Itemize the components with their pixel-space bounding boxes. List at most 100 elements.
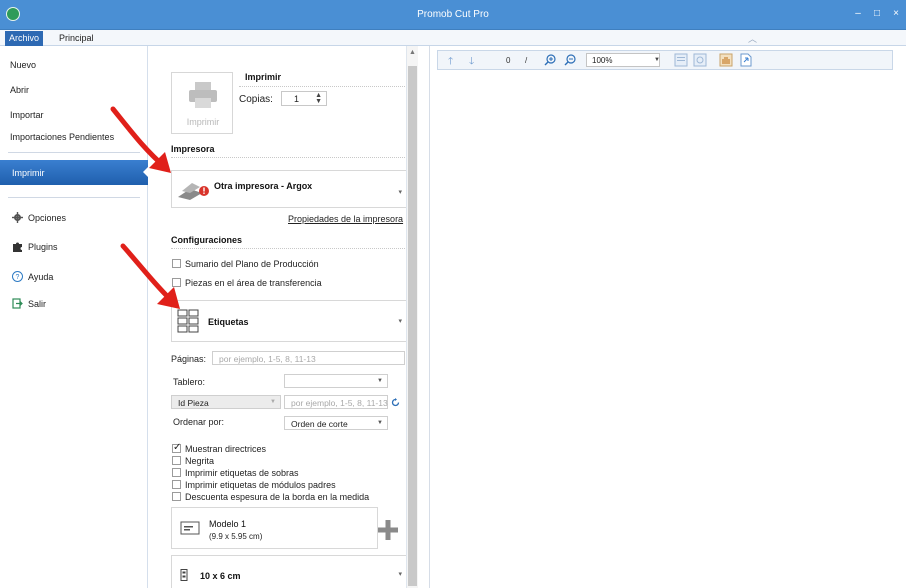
minimize-button[interactable]: – — [852, 8, 864, 20]
checkbox-label: Negrita — [185, 456, 215, 466]
svg-text:?: ? — [16, 274, 20, 281]
order-select[interactable]: Orden de corte ▼ — [284, 416, 388, 430]
model-name: Modelo 1 — [209, 519, 247, 529]
checkbox-label: Imprimir etiquetas de módulos padres — [185, 480, 336, 490]
board-label: Tablero: — [173, 377, 206, 387]
nav-imprimir-label: Imprimir — [12, 168, 45, 178]
print-section-title: Imprimir — [245, 72, 282, 82]
collapse-ribbon-icon[interactable]: ︿ — [748, 32, 757, 45]
chevron-down-icon: ▼ — [377, 420, 383, 426]
settings-scrollbar[interactable]: ▲ — [406, 46, 418, 588]
checkbox-label: Descuenta espesura de la borda en la med… — [185, 492, 370, 502]
printer-properties-link[interactable]: Propiedades de la impresora — [288, 214, 403, 224]
nav-importar[interactable]: Importar — [10, 110, 44, 120]
pages-label: Páginas: — [171, 354, 207, 364]
print-type-dropdown[interactable]: Etiquetas ▾ — [171, 300, 406, 342]
preview-toolbar: 🡑 🡓 0 / 100% ▼ — [437, 50, 893, 70]
pan-hand-icon[interactable] — [719, 53, 733, 67]
order-value: Orden de corte — [291, 419, 348, 429]
printer-dropdown[interactable]: Otra impresora - Argox ▾ — [171, 170, 406, 208]
title-bar: Promob Cut Pro – □ × — [0, 0, 906, 30]
checkbox-etiquetas-sobras[interactable] — [172, 468, 181, 477]
nav-abrir[interactable]: Abrir — [10, 85, 29, 95]
order-label: Ordenar por: — [173, 417, 225, 427]
copies-label: Copias: — [239, 94, 273, 105]
chevron-down-icon: ▾ — [398, 571, 402, 578]
help-icon: ? — [12, 271, 23, 282]
nav-salir[interactable]: Salir — [28, 299, 46, 309]
checkbox-label: Piezas en el área de transferencia — [185, 278, 322, 288]
page-number[interactable]: 0 — [506, 56, 510, 65]
copies-value: 1 — [294, 94, 300, 104]
nav-plugins[interactable]: Plugins — [28, 242, 58, 252]
divider — [171, 248, 405, 249]
nav-ayuda[interactable]: Ayuda — [28, 272, 53, 282]
next-page-icon[interactable]: 🡓 — [469, 54, 474, 71]
annotation-arrow-icon — [110, 106, 171, 173]
label-model-card[interactable]: Modelo 1 (9.9 x 5.95 cm) — [171, 507, 378, 549]
checkbox-muestran-directrices[interactable] — [172, 442, 181, 453]
model-size: (9.9 x 5.95 cm) — [209, 532, 263, 541]
piece-range-placeholder: por ejemplo, 1-5, 8, 11-13 — [291, 398, 388, 408]
printer-warning-icon — [178, 183, 209, 200]
pages-placeholder: por ejemplo, 1-5, 8, 11-13 — [219, 354, 316, 364]
maximize-button[interactable]: □ — [871, 8, 883, 20]
ribbon-tabs: Archivo Principal ︿ — [0, 30, 906, 46]
label-size-dropdown[interactable]: 10 x 6 cm ▾ — [171, 555, 406, 588]
print-type-value: Etiquetas — [208, 317, 249, 327]
spinner-arrows-icon[interactable]: ▲ ▼ — [315, 92, 322, 105]
chevron-down-icon: ▼ — [654, 57, 660, 63]
checkbox-descuenta-espesura[interactable] — [172, 492, 181, 501]
add-model-icon[interactable] — [377, 519, 399, 541]
printer-name: Otra impresora - Argox — [214, 181, 313, 191]
label-model-icon — [180, 521, 200, 535]
checkbox-modulos-padres[interactable] — [172, 480, 181, 489]
annotation-arrow-icon — [120, 243, 180, 309]
previous-page-icon[interactable]: 🡑 — [448, 54, 453, 71]
pages-input[interactable]: por ejemplo, 1-5, 8, 11-13 — [212, 351, 405, 365]
piece-field-select[interactable]: Id Pieza ▼ — [171, 395, 281, 409]
refresh-icon[interactable] — [391, 398, 400, 407]
scroll-up-icon[interactable]: ▲ — [409, 49, 416, 56]
nav-opciones[interactable]: Opciones — [28, 213, 66, 223]
tab-principal[interactable]: Principal — [55, 31, 98, 46]
zoom-select[interactable]: 100% — [586, 53, 660, 67]
chevron-down-icon: ▼ — [377, 378, 383, 384]
nav-divider — [8, 197, 140, 198]
print-preview-area — [429, 46, 906, 588]
piece-range-input[interactable]: por ejemplo, 1-5, 8, 11-13 — [284, 395, 388, 409]
chevron-down-icon: ▾ — [398, 318, 402, 325]
divider — [239, 86, 405, 87]
export-document-icon[interactable] — [739, 53, 753, 67]
label-size-value: 10 x 6 cm — [200, 571, 241, 581]
page-separator: / — [525, 56, 528, 65]
checkbox-label: Muestran directrices — [185, 444, 267, 454]
window-title: Promob Cut Pro — [417, 9, 489, 20]
piece-field-value: Id Pieza — [178, 398, 209, 408]
board-select[interactable]: ▼ — [284, 374, 388, 388]
chevron-down-icon: ▼ — [270, 399, 276, 405]
puzzle-icon — [12, 241, 23, 252]
copies-spinner[interactable]: 1 ▲ ▼ — [281, 91, 327, 106]
fit-page-icon[interactable] — [674, 53, 688, 67]
scrollbar-thumb[interactable] — [408, 66, 417, 586]
divider — [171, 157, 405, 158]
print-button-label: Imprimir — [186, 117, 220, 127]
nav-nuevo[interactable]: Nuevo — [10, 60, 36, 70]
label-roll-icon — [180, 569, 188, 581]
exit-icon — [12, 298, 23, 309]
checkbox-label: Sumario del Plano de Producción — [185, 259, 319, 269]
print-settings-panel: Imprimir Imprimir Copias: 1 ▲ ▼ Impresora… — [149, 46, 406, 588]
checkbox-negrita[interactable] — [172, 456, 181, 465]
zoom-in-icon[interactable] — [544, 54, 556, 66]
checkbox-label: Imprimir etiquetas de sobras — [185, 468, 299, 478]
close-button[interactable]: × — [890, 8, 902, 20]
print-button[interactable]: Imprimir — [171, 72, 233, 134]
zoom-out-icon[interactable] — [564, 54, 576, 66]
chevron-down-icon: ▾ — [398, 189, 402, 196]
tab-archivo[interactable]: Archivo — [5, 31, 44, 46]
fit-width-icon[interactable] — [693, 53, 707, 67]
nav-importaciones-pendientes[interactable]: Importaciones Pendientes — [10, 132, 114, 142]
gear-icon — [12, 212, 23, 223]
printer-icon — [189, 82, 217, 108]
